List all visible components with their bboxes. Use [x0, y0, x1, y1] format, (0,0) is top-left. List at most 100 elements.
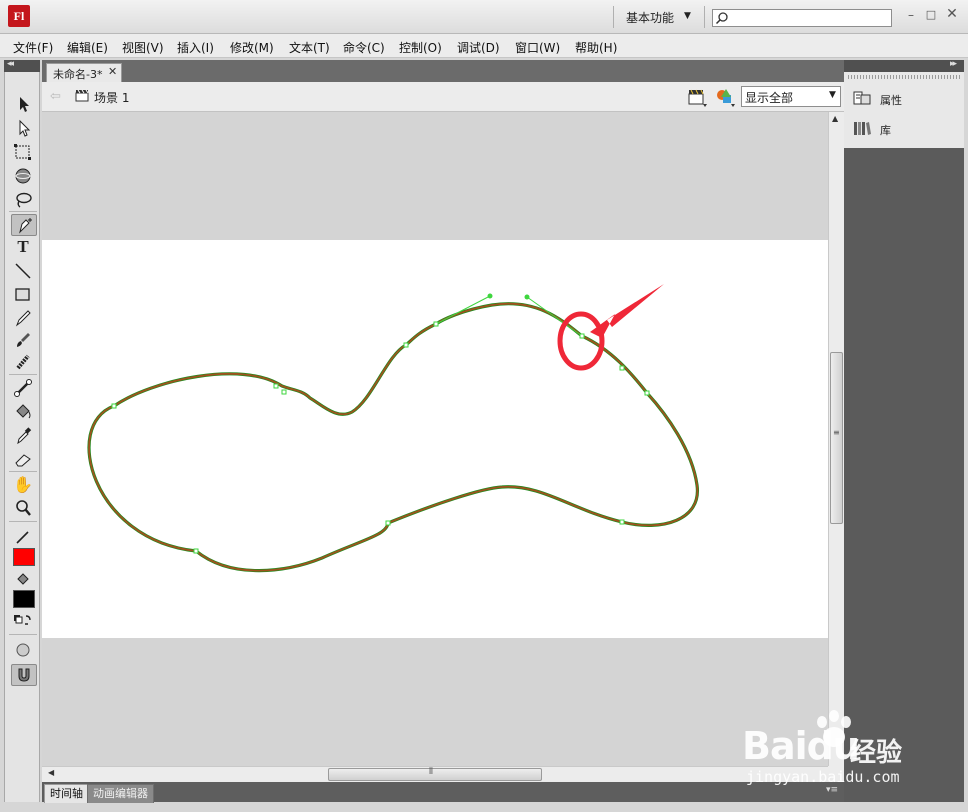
anchor-point[interactable]	[111, 403, 117, 409]
panel-menu-icon[interactable]: ▾≡	[826, 785, 838, 795]
chevron-down-icon[interactable]: ▼	[684, 11, 691, 21]
menu-view[interactable]: 视图(V)	[122, 39, 164, 56]
stage[interactable]	[42, 240, 828, 638]
scroll-corner	[828, 766, 844, 782]
stroke-color-swatch[interactable]	[13, 548, 35, 566]
minimize-button[interactable]: –	[904, 8, 918, 22]
flash-logo: Fl	[8, 5, 30, 27]
menu-control[interactable]: 控制(O)	[399, 39, 442, 56]
object-drawing-icon[interactable]	[11, 640, 35, 660]
selection-tool-icon[interactable]	[11, 94, 35, 114]
menu-window[interactable]: 窗口(W)	[515, 39, 560, 56]
divider	[9, 471, 37, 472]
vertical-scroll-thumb[interactable]: ≡	[830, 352, 843, 524]
edit-scene-icon[interactable]	[686, 86, 708, 108]
anchor-point[interactable]	[281, 389, 287, 395]
deco-tool-icon[interactable]	[11, 352, 35, 372]
horizontal-scroll-thumb[interactable]: ⦀	[328, 767, 542, 781]
maximize-button[interactable]: □	[924, 8, 938, 22]
tab-motion-editor[interactable]: 动画编辑器	[87, 784, 154, 803]
scroll-left-icon[interactable]: ◀	[48, 768, 54, 777]
swap-colors-icon[interactable]	[11, 610, 35, 630]
menu-bar: 文件(F) 编辑(E) 视图(V) 插入(I) 修改(M) 文本(T) 命令(C…	[0, 34, 968, 58]
menu-debug[interactable]: 调试(D)	[457, 39, 500, 56]
fill-color-icon[interactable]	[11, 569, 35, 589]
close-button[interactable]: ✕	[944, 6, 960, 22]
anchor-point[interactable]	[619, 519, 625, 525]
menu-insert[interactable]: 插入(I)	[177, 39, 214, 56]
3d-rotation-tool-icon[interactable]	[11, 166, 35, 186]
zoom-select[interactable]: 显示全部 ▼	[741, 86, 841, 107]
chevron-down-icon: ▼	[829, 90, 836, 100]
hand-tool-icon[interactable]: ✋	[11, 475, 35, 495]
anchor-point[interactable]	[433, 321, 439, 327]
handle-point[interactable]	[524, 294, 530, 300]
divider	[613, 6, 614, 28]
grip-icon: ⦀	[429, 767, 433, 777]
rectangle-tool-icon[interactable]	[11, 285, 35, 305]
highlight-circle	[557, 311, 605, 371]
divider	[704, 6, 705, 28]
zoom-tool-icon[interactable]	[11, 498, 35, 518]
menu-modify[interactable]: 修改(M)	[230, 39, 274, 56]
right-panel-dock: 属性 库	[844, 72, 964, 802]
vertical-scrollbar[interactable]: ▲ ≡	[828, 112, 844, 766]
edit-symbol-icon[interactable]	[714, 86, 736, 108]
handle-point[interactable]	[487, 293, 493, 299]
bezier-path-stroke	[88, 302, 699, 572]
bezier-path[interactable]	[87, 302, 699, 573]
eyedropper-tool-icon[interactable]	[11, 426, 35, 446]
free-transform-tool-icon[interactable]	[11, 142, 35, 162]
back-arrow-icon[interactable]: ⇦	[50, 89, 61, 104]
anchor-point[interactable]	[193, 548, 199, 554]
horizontal-scrollbar[interactable]: ◀ ⦀	[42, 766, 828, 782]
panel-properties[interactable]: 属性	[852, 89, 960, 109]
control-handle[interactable]	[435, 295, 491, 325]
pencil-tool-icon[interactable]	[11, 308, 35, 328]
subselection-tool-icon[interactable]	[11, 118, 35, 138]
pasteboard[interactable]	[42, 112, 828, 766]
menu-text[interactable]: 文本(T)	[289, 39, 330, 56]
anchor-point[interactable]	[619, 365, 625, 371]
tools-panel-header[interactable]: ◂◂	[4, 59, 40, 72]
lasso-tool-icon[interactable]	[11, 190, 35, 210]
stroke-color-icon[interactable]	[11, 527, 35, 547]
anchor-point[interactable]	[579, 333, 585, 339]
menu-help[interactable]: 帮助(H)	[575, 39, 617, 56]
zoom-value: 显示全部	[745, 91, 794, 105]
close-icon[interactable]: ✕	[108, 65, 117, 78]
snap-magnet-icon[interactable]	[11, 664, 37, 686]
stage-drawing[interactable]	[42, 240, 828, 638]
panel-library[interactable]: 库	[852, 119, 960, 139]
anchor-point[interactable]	[273, 383, 279, 389]
scroll-up-icon[interactable]: ▲	[832, 114, 838, 123]
menu-edit[interactable]: 编辑(E)	[67, 39, 108, 56]
fill-color-swatch[interactable]	[13, 590, 35, 608]
workspace-switcher[interactable]: 基本功能	[626, 9, 674, 25]
divider	[9, 211, 37, 212]
tab-timeline[interactable]: 时间轴	[44, 784, 89, 803]
text-tool-icon[interactable]: T	[11, 237, 35, 257]
collapse-icon[interactable]: ◂◂	[7, 59, 14, 69]
bone-tool-icon[interactable]	[11, 378, 35, 398]
document-tab-strip	[42, 60, 844, 82]
right-panel-header[interactable]: ▸▸	[844, 59, 964, 72]
brush-tool-icon[interactable]	[11, 330, 35, 350]
pen-tool-icon[interactable]	[11, 214, 37, 236]
anchor-point[interactable]	[644, 390, 650, 396]
anchor-point[interactable]	[385, 520, 391, 526]
drag-grip[interactable]	[848, 75, 960, 79]
anchor-point[interactable]	[403, 342, 409, 348]
menu-commands[interactable]: 命令(C)	[343, 39, 385, 56]
divider	[9, 634, 37, 635]
edit-bar: ⇦ 场景 1 显示全部 ▼	[42, 82, 844, 112]
menu-file[interactable]: 文件(F)	[13, 39, 53, 56]
eraser-tool-icon[interactable]	[11, 449, 35, 469]
search-input[interactable]	[712, 9, 892, 27]
scene-breadcrumb[interactable]: 场景 1	[94, 89, 129, 106]
document-tab-label: 未命名-3*	[53, 68, 103, 81]
expand-icon[interactable]: ▸▸	[950, 59, 957, 69]
document-tab[interactable]: 未命名-3* ✕	[46, 63, 122, 82]
paint-bucket-tool-icon[interactable]	[11, 402, 35, 422]
line-tool-icon[interactable]	[11, 261, 35, 281]
